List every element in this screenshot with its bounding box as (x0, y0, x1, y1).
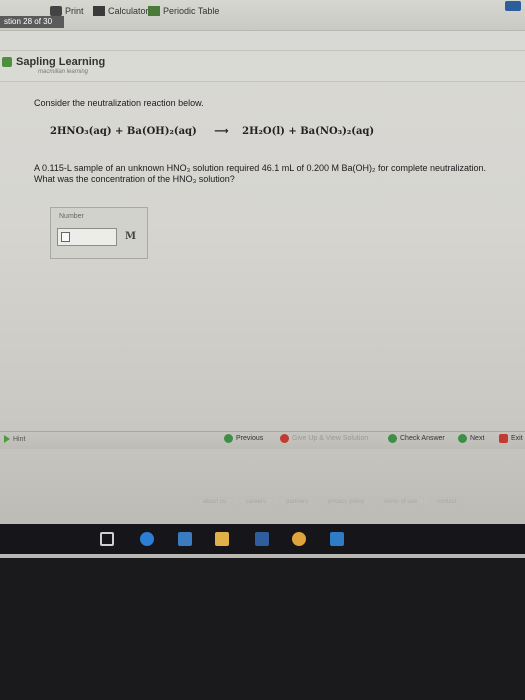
equation-reactants: 2HNO₃(aq) + Ba(OH)₂(aq) (50, 126, 197, 137)
corner-badge-icon (505, 1, 521, 11)
give-up-icon (280, 434, 289, 443)
calculator-label: Calculator (108, 6, 149, 16)
hint-arrow-icon (4, 435, 10, 443)
hint-button[interactable]: Hint (4, 435, 25, 443)
answer-label: Number (59, 213, 84, 220)
answer-unit: M (125, 231, 137, 242)
hint-label: Hint (13, 435, 26, 443)
print-label: Print (65, 6, 84, 16)
question-intro: Consider the neutralization reaction bel… (34, 98, 204, 108)
input-cursor-icon (61, 232, 70, 242)
brand-header: Sapling Learning macmillan learning (0, 50, 525, 82)
periodic-table-button[interactable]: Periodic Table (148, 6, 219, 16)
footer-link-careers[interactable]: careers (239, 497, 274, 509)
exit-label: Exit (511, 435, 523, 442)
check-icon (388, 434, 397, 443)
brand-name: Sapling Learning (16, 56, 106, 68)
store-icon[interactable] (178, 532, 192, 546)
answer-input[interactable] (57, 228, 117, 246)
printer-icon (50, 6, 62, 16)
check-answer-label: Check Answer (400, 435, 445, 442)
periodic-table-label: Periodic Table (163, 6, 220, 16)
top-toolbar: stion 28 of 30 Print Calculator Periodic… (0, 0, 525, 31)
brand-subtitle: macmillan learning (38, 69, 89, 75)
previous-label: Previous (236, 435, 264, 442)
footer-link-terms[interactable]: terms of use (377, 497, 425, 509)
monitor-bezel (0, 558, 525, 700)
calculator-button[interactable]: Calculator (93, 6, 149, 16)
equation-products: 2H₂O(l) + Ba(NO₃)₂(aq) (242, 126, 375, 137)
next-label: Next (470, 435, 485, 442)
media-app-icon[interactable] (330, 532, 344, 546)
footer-link-privacy[interactable]: privacy policy (321, 497, 372, 509)
previous-button[interactable]: Previous (224, 434, 263, 443)
next-button[interactable]: Next (458, 434, 484, 443)
footer-links: about us careers partners privacy policy… (196, 497, 525, 509)
footer-link-about[interactable]: about us (196, 497, 234, 509)
next-icon (458, 434, 467, 443)
exit-button[interactable]: Exit (499, 434, 523, 443)
edge-browser-icon[interactable] (140, 532, 154, 546)
footer-link-contact[interactable]: contact (430, 497, 464, 509)
question-navigator[interactable]: stion 28 of 30 (0, 16, 64, 28)
give-up-label: Give Up & View Solution (292, 435, 369, 442)
exit-icon (499, 434, 508, 443)
check-answer-button[interactable]: Check Answer (388, 434, 445, 443)
give-up-button[interactable]: Give Up & View Solution (280, 434, 368, 443)
action-bar: Hint Previous Give Up & View Solution Ch… (0, 431, 525, 449)
taskbar (0, 524, 525, 554)
sapling-logo-icon (2, 57, 12, 67)
calculator-icon (93, 6, 105, 16)
task-view-icon[interactable] (100, 532, 114, 546)
file-explorer-icon[interactable] (215, 532, 229, 546)
question-prompt: A 0.115-L sample of an unknown HNO₃ solu… (34, 163, 487, 184)
print-button[interactable]: Print (50, 6, 84, 16)
browser-screen: stion 28 of 30 Print Calculator Periodic… (0, 0, 525, 558)
footer-link-partners[interactable]: partners (279, 497, 316, 509)
periodic-table-icon (148, 6, 160, 16)
reaction-equation: 2HNO₃(aq) + Ba(OH)₂(aq) ⟶ 2H₂O(l) + Ba(N… (50, 126, 374, 137)
chrome-icon[interactable] (292, 532, 306, 546)
answer-panel: Number M (50, 207, 148, 259)
reaction-arrow-icon: ⟶ (214, 126, 229, 137)
previous-icon (224, 434, 233, 443)
word-icon[interactable] (255, 532, 269, 546)
